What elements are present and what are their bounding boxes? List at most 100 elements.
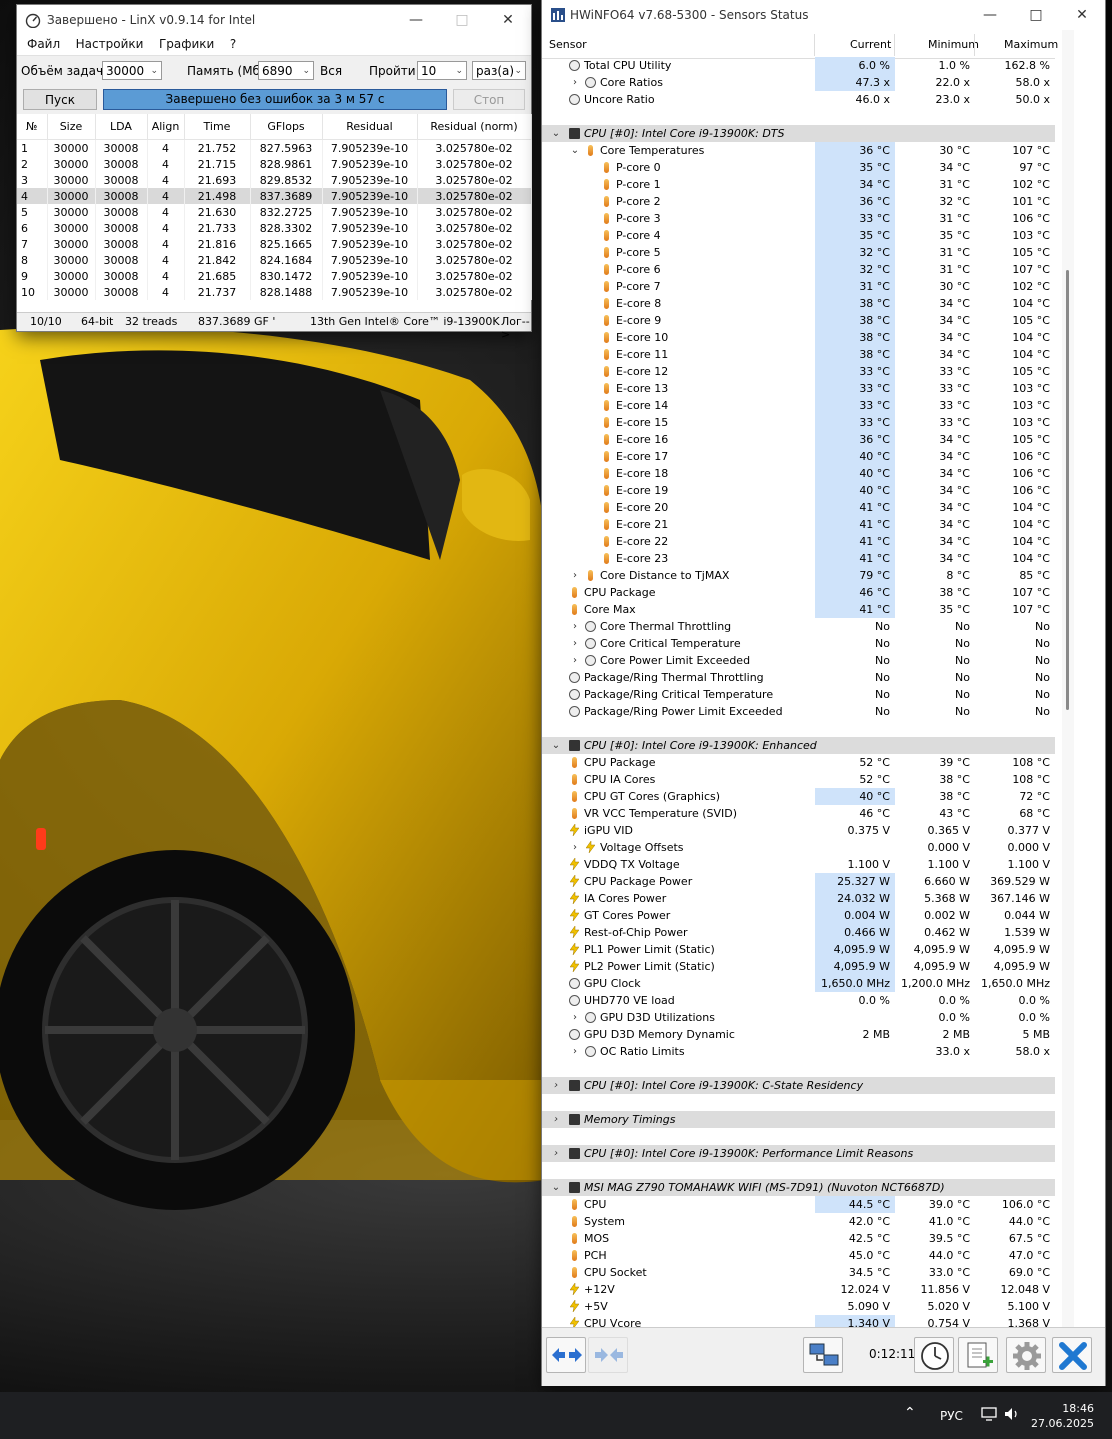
column-header[interactable]: Align	[147, 114, 185, 140]
sensor-row[interactable]: › OC Ratio Limits 33.0 x 58.0 x	[542, 1043, 1055, 1060]
sensor-row[interactable]: Core Max 41 °C 35 °C 107 °C	[542, 601, 1055, 618]
problem-size-combo[interactable]: 30000 ⌄	[102, 61, 162, 80]
sensor-row[interactable]: P-core 2 36 °C 32 °C 101 °C	[542, 193, 1055, 210]
sensor-row[interactable]: E-core 23 41 °C 34 °C 104 °C	[542, 550, 1055, 567]
expand-chevron-icon[interactable]: ›	[570, 839, 580, 856]
sensor-group-header[interactable]: › Memory Timings	[542, 1111, 1055, 1128]
expand-chevron-icon[interactable]: ›	[570, 652, 580, 669]
table-row[interactable]: 3 30000 30008 4 21.693 829.8532 7.905239e-10 3.…	[17, 172, 532, 188]
column-header[interactable]: №	[17, 114, 48, 140]
sensor-row[interactable]: P-core 3 33 °C 31 °C 106 °C	[542, 210, 1055, 227]
table-row[interactable]: 5 30000 30008 4 21.630 832.2725 7.905239e-10 3.…	[17, 204, 532, 220]
col-sensor[interactable]: Sensor	[549, 38, 587, 51]
menu-settings[interactable]: Настройки	[70, 35, 150, 53]
sensor-row[interactable]: PCH 45.0 °C 44.0 °C 47.0 °C	[542, 1247, 1055, 1264]
sensor-row[interactable]: GPU Clock 1,650.0 MHz 1,200.0 MHz 1,650.0 M…	[542, 975, 1055, 992]
sensor-row[interactable]: CPU Socket 34.5 °C 33.0 °C 69.0 °C	[542, 1264, 1055, 1281]
sensor-row[interactable]: CPU Package 52 °C 39 °C 108 °C	[542, 754, 1055, 771]
sensor-row[interactable]: E-core 20 41 °C 34 °C 104 °C	[542, 499, 1055, 516]
sensor-row[interactable]: P-core 5 32 °C 31 °C 105 °C	[542, 244, 1055, 261]
sensor-row[interactable]: System 42.0 °C 41.0 °C 44.0 °C	[542, 1213, 1055, 1230]
expand-chevron-icon[interactable]: ›	[570, 567, 580, 584]
sensor-row[interactable]: CPU IA Cores 52 °C 38 °C 108 °C	[542, 771, 1055, 788]
collapse-chevron-icon[interactable]: ⌄	[570, 142, 580, 159]
sensor-row[interactable]: CPU 44.5 °C 39.0 °C 106.0 °C	[542, 1196, 1055, 1213]
expand-chevron-icon[interactable]: ›	[551, 1077, 561, 1094]
col-current[interactable]: Current	[850, 38, 891, 51]
sensor-row[interactable]: E-core 15 33 °C 33 °C 103 °C	[542, 414, 1055, 431]
table-row[interactable]: 9 30000 30008 4 21.685 830.1472 7.905239e-10 3.…	[17, 268, 532, 284]
expand-chevron-icon[interactable]: ›	[570, 1043, 580, 1060]
column-header[interactable]: Residual (norm)	[417, 114, 532, 140]
sensor-row[interactable]: P-core 0 35 °C 34 °C 97 °C	[542, 159, 1055, 176]
reset-timer-button[interactable]	[914, 1337, 954, 1373]
column-header[interactable]: Time	[184, 114, 251, 140]
expand-chevron-icon[interactable]: ›	[551, 1111, 561, 1128]
volume-icon[interactable]	[1004, 1407, 1020, 1421]
scrollbar-thumb[interactable]	[1066, 270, 1069, 710]
column-header[interactable]: Size	[47, 114, 96, 140]
sensor-row[interactable]: Package/Ring Power Limit Exceeded No No No	[542, 703, 1055, 720]
display-icon[interactable]	[981, 1407, 997, 1421]
close-button[interactable]: ✕	[1059, 0, 1105, 30]
sensor-row[interactable]: E-core 19 40 °C 34 °C 106 °C	[542, 482, 1055, 499]
expand-chevron-icon[interactable]: ›	[570, 74, 580, 91]
sensor-row[interactable]: › GPU D3D Utilizations 0.0 % 0.0 %	[542, 1009, 1055, 1026]
sensor-row[interactable]: CPU Vcore 1.340 V 0.754 V 1.368 V	[542, 1315, 1055, 1327]
minimize-button[interactable]: —	[393, 5, 439, 35]
sensor-row[interactable]: E-core 9 38 °C 34 °C 105 °C	[542, 312, 1055, 329]
column-header[interactable]: GFlops	[250, 114, 323, 140]
sensor-row[interactable]: E-core 8 38 °C 34 °C 104 °C	[542, 295, 1055, 312]
sensor-group-header[interactable]: › CPU [#0]: Intel Core i9-13900K: C-State…	[542, 1077, 1055, 1094]
sensor-row[interactable]: MOS 42.5 °C 39.5 °C 67.5 °C	[542, 1230, 1055, 1247]
hwinfo-titlebar[interactable]: HWiNFO64 v7.68-5300 - Sensors Status — □…	[542, 0, 1105, 30]
table-row[interactable]: 8 30000 30008 4 21.842 824.1684 7.905239e-10 3.…	[17, 252, 532, 268]
sensor-row[interactable]: E-core 21 41 °C 34 °C 104 °C	[542, 516, 1055, 533]
table-row[interactable]: 2 30000 30008 4 21.715 828.9861 7.905239e-10 3.…	[17, 156, 532, 172]
sensor-list[interactable]: Total CPU Utility 6.0 % 1.0 % 162.8 % › Core …	[542, 57, 1055, 1327]
sensor-row[interactable]: E-core 11 38 °C 34 °C 104 °C	[542, 346, 1055, 363]
sensor-row[interactable]: Package/Ring Thermal Throttling No No No	[542, 669, 1055, 686]
column-header[interactable]: LDA	[95, 114, 148, 140]
taskbar-clock[interactable]: 18:46 27.06.2025	[1031, 1401, 1094, 1431]
menu-help[interactable]: ?	[224, 35, 242, 53]
input-language[interactable]: РУС	[940, 1409, 963, 1423]
chevron-up-icon[interactable]: ⌃	[904, 1405, 916, 1421]
collapse-arrows-button[interactable]	[588, 1337, 628, 1373]
sensor-row[interactable]: E-core 22 41 °C 34 °C 104 °C	[542, 533, 1055, 550]
sensor-row[interactable]: P-core 1 34 °C 31 °C 102 °C	[542, 176, 1055, 193]
sensor-row[interactable]: P-core 4 35 °C 35 °C 103 °C	[542, 227, 1055, 244]
sensor-row[interactable]: ⌄ Core Temperatures 36 °C 30 °C 107 °C	[542, 142, 1055, 159]
sensor-row[interactable]: Rest-of-Chip Power 0.466 W 0.462 W 1.539 W	[542, 924, 1055, 941]
sensor-row[interactable]: E-core 13 33 °C 33 °C 103 °C	[542, 380, 1055, 397]
table-row[interactable]: 7 30000 30008 4 21.816 825.1665 7.905239e-10 3.…	[17, 236, 532, 252]
memory-all-link[interactable]: Вся	[320, 64, 342, 78]
sensor-row[interactable]: VDDQ TX Voltage 1.100 V 1.100 V 1.100 V	[542, 856, 1055, 873]
expand-chevron-icon[interactable]: ›	[570, 618, 580, 635]
navigate-arrows-button[interactable]	[546, 1337, 586, 1373]
sensor-row[interactable]: VR VCC Temperature (SVID) 46 °C 43 °C 68 °C	[542, 805, 1055, 822]
sensor-row[interactable]: E-core 10 38 °C 34 °C 104 °C	[542, 329, 1055, 346]
sensor-row[interactable]: E-core 18 40 °C 34 °C 106 °C	[542, 465, 1055, 482]
close-button[interactable]: ✕	[485, 5, 531, 35]
sensor-row[interactable]: › Core Ratios 47.3 x 22.0 x 58.0 x	[542, 74, 1055, 91]
sensor-row[interactable]: Uncore Ratio 46.0 x 23.0 x 50.0 x	[542, 91, 1055, 108]
sensor-row[interactable]: P-core 6 32 °C 31 °C 107 °C	[542, 261, 1055, 278]
exit-button[interactable]	[1052, 1337, 1092, 1373]
log-link[interactable]: Лог-->	[501, 315, 531, 341]
sensor-row[interactable]: UHD770 VE load 0.0 % 0.0 % 0.0 %	[542, 992, 1055, 1009]
start-button[interactable]: Пуск	[23, 89, 97, 110]
table-row[interactable]: 6 30000 30008 4 21.733 828.3302 7.905239e-10 3.…	[17, 220, 532, 236]
runs-combo[interactable]: 10 ⌄	[417, 61, 467, 80]
sensor-scrollbar[interactable]	[1062, 30, 1074, 1327]
col-minimum[interactable]: Minimum	[928, 38, 979, 51]
sensor-row[interactable]: CPU GT Cores (Graphics) 40 °C 38 °C 72 °C	[542, 788, 1055, 805]
sensor-row[interactable]: CPU Package Power 25.327 W 6.660 W 369.529 …	[542, 873, 1055, 890]
sensor-row[interactable]: E-core 17 40 °C 34 °C 106 °C	[542, 448, 1055, 465]
sensor-row[interactable]: +12V 12.024 V 11.856 V 12.048 V	[542, 1281, 1055, 1298]
expand-chevron-icon[interactable]: ›	[570, 1009, 580, 1026]
sensor-group-header[interactable]: ⌄ CPU [#0]: Intel Core i9-13900K: DTS	[542, 125, 1055, 142]
expand-chevron-icon[interactable]: ›	[570, 635, 580, 652]
sensor-row[interactable]: iGPU VID 0.375 V 0.365 V 0.377 V	[542, 822, 1055, 839]
sensor-row[interactable]: › Core Critical Temperature No No No	[542, 635, 1055, 652]
